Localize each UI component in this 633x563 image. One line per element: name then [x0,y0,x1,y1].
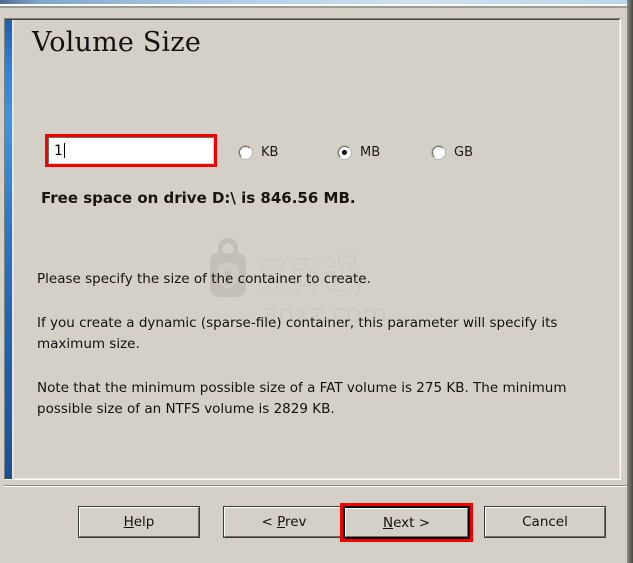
prev-button[interactable]: < Prev [223,506,345,538]
radio-unit-gb[interactable]: GB [432,142,473,162]
help-button-label: Help [123,514,155,530]
next-button-label: Next > [382,514,431,531]
button-bar-divider-highlight [4,486,628,487]
prev-button-label: < Prev [261,514,307,530]
wizard-window: Volume Size 1 KB MB GB Free space on dri… [0,0,633,563]
radio-label-kb: KB [261,144,279,160]
radio-dot-gb [432,145,445,159]
next-button[interactable]: Next > [343,506,470,539]
text-caret [63,143,65,158]
wizard-accent-bar-highlight [12,20,14,479]
volume-size-input-text: 1 [54,142,65,160]
window-right-shadow [627,0,633,563]
description-paragraph-1: Please specify the size of the container… [37,271,371,287]
cancel-button[interactable]: Cancel [484,506,606,538]
volume-size-input[interactable]: 1 [48,137,214,164]
free-space-label: Free space on drive D:\ is 846.56 MB. [41,189,356,207]
page-title: Volume Size [32,27,201,58]
window-chrome-fill [0,8,633,18]
description-paragraph-3: Note that the minimum possible size of a… [37,380,567,417]
volume-size-input-highlight: 1 [45,134,217,167]
volume-size-value: 1 [54,143,63,159]
radio-unit-mb[interactable]: MB [338,142,380,162]
radio-dot-mb [338,145,351,159]
radio-unit-kb[interactable]: KB [239,142,278,162]
cancel-button-label: Cancel [522,514,568,530]
help-button[interactable]: Help [78,506,200,538]
description-paragraph-2: If you create a dynamic (sparse-file) co… [37,315,558,352]
next-button-highlight: Next > [340,503,473,542]
radio-label-mb: MB [360,144,381,160]
radio-label-gb: GB [454,144,473,160]
radio-dot-kb [239,145,252,159]
